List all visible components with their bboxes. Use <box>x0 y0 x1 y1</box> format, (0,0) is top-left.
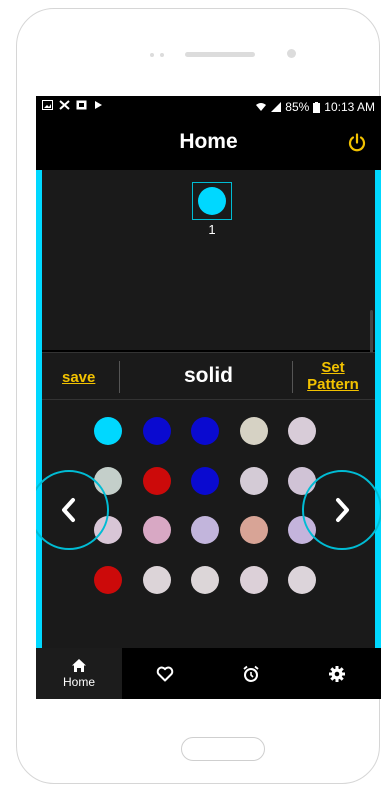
battery-percentage: 85% <box>285 100 310 114</box>
color-swatch[interactable] <box>191 466 219 495</box>
home-icon <box>72 659 86 672</box>
next-page-button[interactable] <box>302 470 381 550</box>
image-icon <box>42 100 53 110</box>
cross-icon <box>59 100 70 110</box>
pattern-mode-label: solid <box>183 364 233 387</box>
app-header: Home <box>36 118 381 166</box>
tab-alarm[interactable] <box>208 648 294 699</box>
color-swatch[interactable] <box>239 417 268 445</box>
status-bar: 85% 10:13 AM <box>36 96 381 118</box>
color-palette-grid <box>36 400 381 648</box>
divider <box>119 361 120 393</box>
alarm-icon <box>243 665 259 682</box>
play-icon <box>95 101 102 109</box>
save-link[interactable]: save <box>62 369 95 386</box>
slot-number: 1 <box>208 222 216 237</box>
chevron-left-icon <box>62 498 75 522</box>
media-icon <box>76 100 87 110</box>
color-swatch[interactable] <box>191 417 219 445</box>
right-glow-edge <box>375 170 381 648</box>
power-icon[interactable] <box>347 133 367 153</box>
tab-favorites[interactable] <box>122 648 208 699</box>
selected-color-dot <box>198 187 226 215</box>
color-swatch[interactable] <box>239 516 268 544</box>
sensor-dots <box>150 53 164 57</box>
page-title: Home <box>179 130 238 153</box>
color-swatch[interactable] <box>191 565 219 594</box>
home-hardware-button[interactable] <box>181 737 265 761</box>
set-pattern-link[interactable]: Set Pattern <box>298 359 368 393</box>
battery-icon <box>313 101 321 113</box>
color-swatch[interactable] <box>288 565 316 594</box>
heart-icon <box>156 666 174 681</box>
color-swatch[interactable] <box>288 417 316 445</box>
signal-icon <box>271 102 282 112</box>
notification-icons <box>42 100 104 110</box>
color-swatch[interactable] <box>142 417 171 445</box>
tab-settings[interactable] <box>294 648 380 699</box>
color-swatch[interactable] <box>239 565 268 594</box>
set-pattern-line1: Set <box>321 359 345 376</box>
color-swatch[interactable] <box>191 516 219 544</box>
front-camera <box>287 49 296 58</box>
gear-icon <box>329 665 345 682</box>
color-swatch[interactable] <box>142 466 171 495</box>
pattern-preview: 1 <box>42 170 375 420</box>
color-swatch[interactable] <box>239 466 268 495</box>
tab-home-label: Home <box>62 675 95 689</box>
selected-color-slot[interactable] <box>192 182 232 220</box>
pattern-toolbar: save solid Set Pattern <box>42 352 375 400</box>
color-swatch[interactable] <box>142 565 171 594</box>
clock: 10:13 AM <box>324 100 375 114</box>
system-indicators: 85% 10:13 AM <box>255 100 375 114</box>
wifi-icon <box>256 103 267 111</box>
earpiece-speaker <box>185 52 255 57</box>
set-pattern-line2: Pattern <box>307 376 359 393</box>
color-swatch[interactable] <box>142 516 171 544</box>
app-screen: 85% 10:13 AM Home 1 save solid Set Patte… <box>36 96 381 699</box>
bottom-tab-bar: Home <box>36 648 381 699</box>
divider <box>292 361 293 393</box>
color-swatch[interactable] <box>94 565 122 594</box>
chevron-right-icon <box>336 498 349 522</box>
color-swatch[interactable] <box>94 417 122 445</box>
tab-home[interactable]: Home <box>36 648 122 699</box>
